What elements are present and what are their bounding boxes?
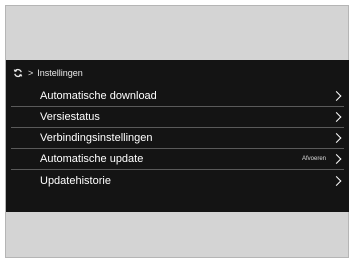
menu-item-automatische-download[interactable]: Automatische download [11,86,344,107]
chevron-right-icon [331,112,342,122]
chevron-right-icon [331,175,342,186]
menu-item-label: Updatehistorie [40,174,111,187]
menu-item-label: Verbindingsinstellingen [40,132,153,144]
menu-item-automatische-update[interactable]: Automatische update Afvoeren [11,149,344,170]
sync-icon[interactable] [13,68,23,78]
menu-item-label: Versiestatus [40,111,100,123]
menu-item-value: Afvoeren [301,156,326,162]
breadcrumb: > Instellingen [6,60,349,86]
menu-item-label: Automatische update [40,153,144,165]
menu-item-verbindingsinstellingen[interactable]: Verbindingsinstellingen [11,128,344,149]
chevron-right-icon [331,91,342,101]
menu-item-versiestatus[interactable]: Versiestatus [11,107,344,128]
menu-item-updatehistorie[interactable]: Updatehistorie [11,170,344,191]
breadcrumb-separator-icon: > [28,68,34,78]
breadcrumb-title: Instellingen [37,68,83,78]
chevron-right-icon [331,154,342,164]
chevron-right-icon [331,133,342,143]
settings-screen: > Instellingen Automatische download Ver… [6,60,349,212]
settings-list: Automatische download Versiestatus Verbi… [11,86,344,191]
menu-item-label: Automatische download [40,90,157,102]
